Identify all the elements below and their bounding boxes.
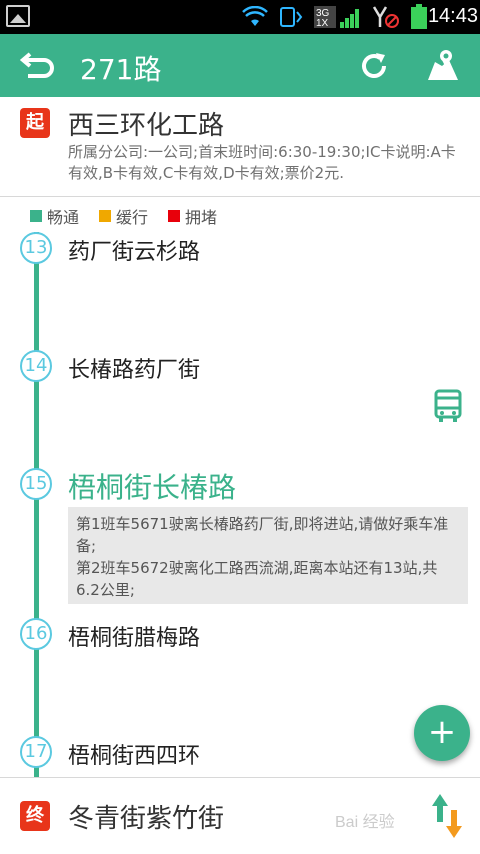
- stop-item-current[interactable]: 15 梧桐街长椿路: [0, 466, 480, 506]
- refresh-icon[interactable]: [358, 50, 390, 82]
- arrival-line-1: 第1班车5671驶离长椿路药厂街,即将进站,请做好乘车准备;: [76, 515, 449, 555]
- legend-item: 畅通: [30, 204, 79, 228]
- end-stop: 终 冬青街紫竹街 Bai 经验: [0, 777, 480, 854]
- stop-number: 13: [20, 232, 52, 264]
- stop-name: 梧桐街西四环: [68, 744, 201, 769]
- stop-item[interactable]: 17 梧桐街西四环: [0, 734, 480, 774]
- legend-swatch-congested: [168, 210, 181, 222]
- legend-label: 拥堵: [185, 208, 218, 227]
- status-time: 14:43: [427, 5, 478, 27]
- arrival-info-box: 第1班车5671驶离长椿路药厂街,即将进站,请做好乘车准备; 第2班车5672驶…: [68, 507, 468, 604]
- start-stop: 起 西三环化工路 所属分公司:一公司;首末班时间:6:30-19:30;IC卡说…: [0, 97, 480, 197]
- legend-item: 缓行: [99, 204, 148, 228]
- status-bar: 3G 1X 14:43: [0, 0, 480, 34]
- stop-name: 梧桐街腊梅路: [68, 626, 201, 651]
- map-icon[interactable]: [426, 48, 460, 82]
- no-sim-icon: [372, 6, 399, 28]
- network-1x-label: 1X: [316, 18, 329, 29]
- legend-label: 畅通: [47, 208, 80, 227]
- stop-number: 16: [20, 618, 52, 650]
- start-badge: 起: [20, 108, 50, 138]
- network-3g-icon: 3G 1X: [314, 6, 359, 29]
- start-stop-name: 西三环化工路: [68, 111, 225, 141]
- stop-number: 15: [20, 468, 52, 500]
- arrival-line-2: 第2班车5672驶离化工路西流湖,距离本站还有13站,共6.2公里;: [76, 559, 438, 599]
- app-bar: 271路: [0, 34, 480, 97]
- phone-signal-icon: [280, 7, 303, 27]
- swap-direction-icon[interactable]: [428, 792, 466, 840]
- stop-name: 长椿路药厂街: [68, 358, 201, 383]
- bus-icon: [434, 389, 462, 422]
- stop-item[interactable]: 14 长椿路药厂街: [0, 348, 480, 388]
- current-stop-name: 梧桐街长椿路: [68, 471, 237, 504]
- page-title: 271路: [80, 53, 162, 86]
- end-badge: 终: [20, 801, 50, 831]
- stop-number: 17: [20, 736, 52, 768]
- stop-number: 14: [20, 350, 52, 382]
- stop-item[interactable]: 13 药厂街云杉路: [0, 230, 480, 270]
- gallery-notification-icon: [6, 5, 30, 27]
- legend-swatch-slow: [99, 210, 112, 222]
- watermark: Bai 经验: [335, 814, 395, 831]
- traffic-legend: 畅通 缓行 拥堵: [30, 204, 217, 228]
- stop-item[interactable]: 16 梧桐街腊梅路: [0, 616, 480, 656]
- status-icons: 3G 1X: [242, 4, 428, 30]
- legend-item: 拥堵: [168, 204, 217, 228]
- add-favorite-button[interactable]: +: [414, 705, 470, 761]
- stop-name: 药厂街云杉路: [68, 240, 201, 265]
- end-stop-name: 冬青街紫竹街: [68, 804, 225, 834]
- legend-swatch-smooth: [30, 210, 42, 222]
- route-info: 所属分公司:一公司;首末班时间:6:30-19:30;IC卡说明:A卡有效,B卡…: [68, 143, 456, 182]
- wifi-icon: [242, 6, 268, 26]
- back-arrow-icon[interactable]: [20, 50, 54, 82]
- battery-icon: [411, 4, 427, 29]
- legend-label: 缓行: [116, 208, 149, 227]
